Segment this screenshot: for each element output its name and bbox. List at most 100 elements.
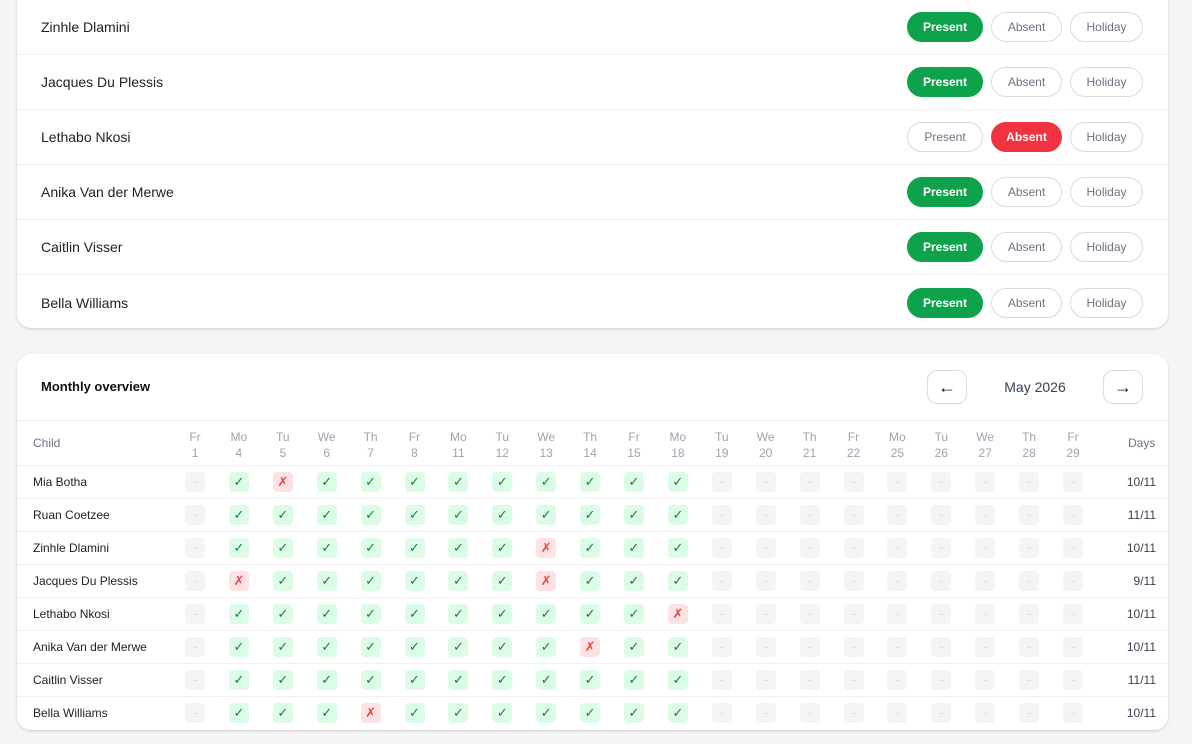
no-data-dash-icon: – <box>711 670 732 690</box>
present-check-icon: ✓ <box>272 637 293 657</box>
days-present-count: 10/11 <box>1126 607 1156 621</box>
present-check-icon: ✓ <box>360 505 381 525</box>
day-number-label: 18 <box>671 446 685 460</box>
day-number-label: 27 <box>978 446 992 460</box>
grid-row: Mia Botha – ✓ ✗ ✓ ✓ ✓ ✓ ✓ ✓ ✓ ✓ ✓ – – – – – – – – – 10/11 <box>17 466 1168 499</box>
status-button-group: Present Absent Holiday <box>907 177 1143 207</box>
no-data-dash-icon: – <box>1063 670 1083 690</box>
child-name: Caitlin Visser <box>41 239 123 255</box>
day-number-label: 8 <box>411 446 418 460</box>
present-check-icon: ✓ <box>228 538 249 558</box>
present-check-icon: ✓ <box>272 703 293 723</box>
holiday-button[interactable]: Holiday <box>1070 232 1143 262</box>
no-data-dash-icon: – <box>799 571 820 591</box>
holiday-button[interactable]: Holiday <box>1070 67 1143 97</box>
no-data-dash-icon: – <box>931 604 952 624</box>
grid-child-name: Zinhle Dlamini <box>33 541 110 555</box>
present-check-icon: ✓ <box>448 604 469 624</box>
present-check-icon: ✓ <box>624 670 644 690</box>
absent-button[interactable]: Absent <box>991 232 1062 262</box>
present-check-icon: ✓ <box>272 604 293 624</box>
no-data-dash-icon: – <box>1063 538 1083 558</box>
present-check-icon: ✓ <box>624 637 644 657</box>
day-of-week-label: Tu <box>715 430 729 444</box>
next-month-button[interactable]: → <box>1103 370 1143 404</box>
present-check-icon: ✓ <box>448 703 469 723</box>
no-data-dash-icon: – <box>1063 472 1083 492</box>
absent-cross-icon: ✗ <box>272 472 293 492</box>
present-check-icon: ✓ <box>492 571 513 591</box>
holiday-button[interactable]: Holiday <box>1070 287 1143 318</box>
present-check-icon: ✓ <box>316 505 337 525</box>
holiday-button[interactable]: Holiday <box>1070 177 1143 207</box>
present-button[interactable]: Present <box>907 122 983 152</box>
absent-button[interactable]: Absent <box>991 12 1062 42</box>
present-button[interactable]: Present <box>907 67 983 97</box>
holiday-button[interactable]: Holiday <box>1070 122 1143 152</box>
no-data-dash-icon: – <box>711 604 732 624</box>
days-present-count: 11/11 <box>1127 508 1156 522</box>
absent-button[interactable]: Absent <box>991 177 1062 207</box>
status-button-group: Present Absent Holiday <box>907 232 1143 262</box>
day-column-header: Th 7 <box>351 429 391 461</box>
day-number-label: 5 <box>279 446 287 460</box>
present-check-icon: ✓ <box>404 472 425 492</box>
no-data-dash-icon: – <box>931 505 952 525</box>
present-check-icon: ✓ <box>404 571 425 591</box>
attendance-row: Anika Van der Merwe Present Absent Holiday <box>17 165 1168 220</box>
day-column-header: Fr 1 <box>175 429 215 461</box>
no-data-dash-icon: – <box>799 637 820 657</box>
no-data-dash-icon: – <box>799 703 820 723</box>
status-button-group: Present Absent Holiday <box>907 67 1143 97</box>
present-button[interactable]: Present <box>907 12 983 42</box>
present-button[interactable]: Present <box>907 177 983 207</box>
no-data-dash-icon: – <box>931 670 952 690</box>
absent-cross-icon: ✗ <box>228 571 249 591</box>
absent-button[interactable]: Absent <box>991 122 1062 152</box>
present-check-icon: ✓ <box>272 571 293 591</box>
no-data-dash-icon: – <box>711 637 732 657</box>
present-check-icon: ✓ <box>360 538 381 558</box>
status-button-group: Present Absent Holiday <box>907 122 1143 152</box>
present-check-icon: ✓ <box>667 670 688 690</box>
present-button[interactable]: Present <box>907 232 983 262</box>
present-check-icon: ✓ <box>536 670 557 690</box>
present-check-icon: ✓ <box>360 637 381 657</box>
present-check-icon: ✓ <box>492 703 513 723</box>
day-of-week-label: Th <box>363 430 378 444</box>
absent-button[interactable]: Absent <box>991 287 1062 318</box>
day-number-label: 26 <box>934 446 948 460</box>
child-name: Lethabo Nkosi <box>41 129 131 145</box>
grid-row: Anika Van der Merwe – ✓ ✓ ✓ ✓ ✓ ✓ ✓ ✓ ✗ ✓ ✓ – – – – – – – – –… <box>17 631 1168 664</box>
no-data-dash-icon: – <box>887 472 908 492</box>
present-button[interactable]: Present <box>907 287 983 318</box>
day-number-label: 4 <box>235 446 243 460</box>
prev-month-button[interactable]: ← <box>927 370 967 404</box>
grid-row: Bella Williams – ✓ ✓ ✓ ✗ ✓ ✓ ✓ ✓ ✓ ✓ ✓ – – – – – – – – – 10/11 <box>17 697 1168 730</box>
day-of-week-label: Tu <box>495 430 510 444</box>
no-data-dash-icon: – <box>887 637 908 657</box>
no-data-dash-icon: – <box>1063 571 1083 591</box>
no-data-dash-icon: – <box>185 703 205 723</box>
no-data-dash-icon: – <box>1019 571 1040 591</box>
no-data-dash-icon: – <box>1063 505 1083 525</box>
present-check-icon: ✓ <box>448 571 469 591</box>
day-of-week-label: Th <box>802 430 817 444</box>
days-present-count: 10/11 <box>1126 541 1156 555</box>
absent-cross-icon: ✗ <box>536 571 557 591</box>
present-check-icon: ✓ <box>580 505 601 525</box>
no-data-dash-icon: – <box>843 538 864 558</box>
present-check-icon: ✓ <box>272 538 293 558</box>
present-check-icon: ✓ <box>448 538 469 558</box>
absent-button[interactable]: Absent <box>991 67 1062 97</box>
no-data-dash-icon: – <box>755 571 776 591</box>
day-column-header: Fr 29 <box>1053 429 1093 461</box>
child-name: Jacques Du Plessis <box>41 74 164 90</box>
day-of-week-label: We <box>537 430 556 444</box>
no-data-dash-icon: – <box>755 703 776 723</box>
holiday-button[interactable]: Holiday <box>1070 12 1143 42</box>
present-check-icon: ✓ <box>448 637 469 657</box>
child-name: Bella Williams <box>41 294 129 311</box>
no-data-dash-icon: – <box>843 703 864 723</box>
present-check-icon: ✓ <box>580 604 601 624</box>
